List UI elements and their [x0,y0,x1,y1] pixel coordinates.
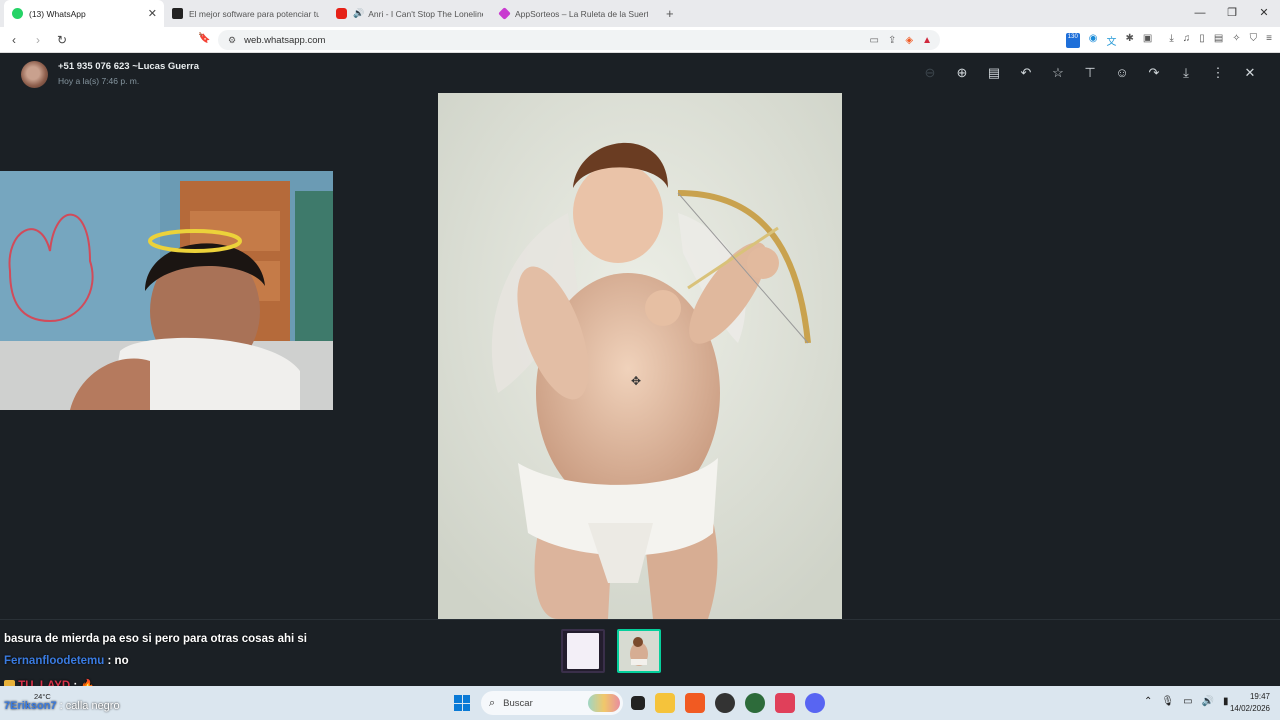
app-icon[interactable] [715,693,735,713]
back-icon[interactable]: ‹ [4,33,24,47]
browser-tab-bar: (13) WhatsApp ✕ El mejor software para p… [0,0,1280,27]
clock-date: 14/02/2026 [1229,704,1270,713]
tab-software[interactable]: El mejor software para potenciar tu s [164,0,328,27]
tab-appsorteos[interactable]: AppSorteos – La Ruleta de la Suerte [492,0,656,27]
site-favicon-icon [172,8,183,19]
chat-text: : no [107,655,129,667]
chat-message: 7Erikson7 : calla negro [4,700,120,712]
windows-start-icon[interactable] [454,695,470,711]
file-explorer-icon[interactable] [655,693,675,713]
chat-message: Fernanfloodetemu : no [4,655,129,667]
media-image[interactable]: ✥ [438,93,842,619]
tray-chevron-icon[interactable]: ⌃ [1144,696,1152,707]
url-text: web.whatsapp.com [244,34,326,46]
search-highlight-icon [588,694,620,712]
tab-label: (13) WhatsApp [29,8,86,19]
star-icon[interactable]: ☆ [1042,65,1074,81]
youtube-favicon-icon [336,8,347,19]
sidebar-icon[interactable]: ▯ [1199,33,1205,48]
search-icon: ⌕ [489,696,496,709]
thumbnail-1[interactable] [561,629,605,673]
chat-username: Fernanfloodetemu [4,655,105,667]
sender-time: Hoy a la(s) 7:46 p. m. [58,76,140,86]
close-tab-icon[interactable]: ✕ [148,7,157,20]
reload-icon[interactable]: ↻ [52,33,72,47]
bookmark-icon[interactable]: 🔖 [198,33,210,44]
clock[interactable]: 19:47 14/02/2026 [1230,691,1270,715]
brave-browser-icon[interactable] [685,693,705,713]
network-icon[interactable]: ▭ [1183,696,1192,707]
avatar[interactable] [21,61,48,88]
zoom-out-icon[interactable]: ⊖ [914,65,946,81]
puzzle-icon[interactable]: ✱ [1126,33,1134,48]
thumbnail-2-selected[interactable] [617,629,661,673]
vpn-icon[interactable]: ⛉ [1250,33,1258,48]
tab-youtube[interactable]: 🔊 Anri - I Can't Stop The Loneliness [328,0,492,27]
extension-icon[interactable]: ◉ [1089,33,1098,48]
svg-text:✥: ✥ [631,374,641,388]
microphone-icon[interactable]: 🎙 [1161,696,1174,707]
screenshot-icon[interactable]: ▣ [1143,33,1152,48]
task-view-icon[interactable] [631,696,645,710]
thumbnail-strip [0,619,1280,686]
download-icon[interactable]: ⤓ [1170,65,1202,81]
battery-icon[interactable]: ▮ [1223,696,1229,707]
app-icon[interactable] [745,693,765,713]
reply-icon[interactable]: ↶ [1010,65,1042,81]
url-field[interactable]: ⚙ web.whatsapp.com ▭ ⇪ ◈ ▲ [218,30,940,50]
chat-text: : calla negro [59,700,120,712]
appsorteos-favicon-icon [498,7,511,20]
tab-label: Anri - I Can't Stop The Loneliness [368,8,484,19]
taskbar-search[interactable]: ⌕ Buscar [481,691,623,715]
wallet-icon[interactable]: ▤ [1214,33,1223,48]
clock-time: 19:47 [1249,692,1270,701]
zoom-in-icon[interactable]: ⊕ [946,65,978,81]
address-bar: ‹ › ↻ 🔖 ⚙ web.whatsapp.com ▭ ⇪ ◈ ▲ 130 ◉… [0,27,1280,53]
restore-icon[interactable]: ❐ [1216,0,1248,27]
whatsapp-favicon-icon [12,8,23,19]
sender-name: +51 935 076 623 ~Lucas Guerra [58,61,200,72]
system-tray: ⌃ 🎙 ▭ 🔊 ▮ [1144,696,1229,707]
app-icon[interactable] [775,693,795,713]
close-viewer-icon[interactable]: ✕ [1234,65,1266,81]
new-tab-button[interactable]: + [666,0,674,27]
go-to-message-icon[interactable]: ▤ [978,65,1010,81]
menu-icon[interactable]: ≡ [1266,33,1272,48]
more-options-icon[interactable]: ⋮ [1202,65,1234,81]
photo-cupid-illustration: ✥ [438,93,842,619]
site-info-icon[interactable]: ⚙ [228,35,236,46]
speaker-icon[interactable]: 🔊 [353,8,364,19]
tab-label: AppSorteos – La Ruleta de la Suerte [515,8,648,19]
volume-icon[interactable]: 🔊 [1202,696,1214,707]
tab-label: El mejor software para potenciar tu s [189,8,319,19]
minimize-icon[interactable]: — [1184,0,1216,27]
viewer-toolbar: ⊖ ⊕ ▤ ↶ ☆ ⊤ ☺ ↷ ⤓ ⋮ ✕ [914,65,1266,81]
webcam-overlay [0,171,333,410]
search-placeholder: Buscar [503,697,533,709]
chat-message: basura de mierda pa eso si pero para otr… [4,633,307,645]
react-icon[interactable]: ☺ [1106,65,1138,81]
discord-icon[interactable] [805,693,825,713]
sender-info[interactable]: +51 935 076 623 ~Lucas Guerra Hoy a la(s… [21,61,199,88]
extensions-area: 130 ◉ 文 ✱ ▣ ⤓ ♫ ▯ ▤ ✧ ⛉ ≡ [1065,33,1272,48]
media-icon[interactable]: ♫ [1183,33,1191,48]
window-close-icon[interactable]: ✕ [1248,0,1280,27]
leo-ai-icon[interactable]: ✧ [1232,33,1240,48]
chat-username: 7Erikson7 [4,700,57,712]
taskbar: 24°C ⌕ Buscar ⌃ 🎙 ▭ 🔊 ▮ 19:47 14/02/2026 [0,686,1280,720]
webcam-feed [0,171,333,410]
pin-icon[interactable]: ⊤ [1074,65,1106,81]
tab-whatsapp[interactable]: (13) WhatsApp ✕ [4,0,164,27]
brave-shield-icon[interactable]: ◈ [905,35,913,46]
cast-icon[interactable]: ▭ [870,35,879,46]
translate-icon[interactable]: 文 [1107,33,1117,48]
share-icon[interactable]: ⇪ [888,35,896,46]
brave-rewards-icon[interactable]: ▲ [922,35,932,46]
download-icon[interactable]: ⤓ [1169,33,1173,48]
taskbar-apps [631,693,825,713]
extension-badge[interactable]: 130 [1065,33,1080,48]
forward-icon[interactable]: ↷ [1138,65,1170,81]
forward-icon[interactable]: › [28,33,48,47]
